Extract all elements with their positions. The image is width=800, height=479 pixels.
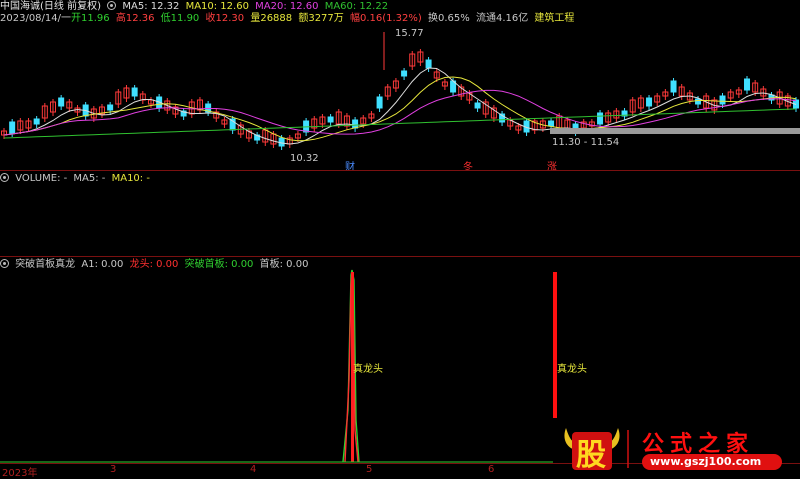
watermark-logo: 股 公式之家 www.gszj100.com bbox=[562, 424, 788, 474]
logo-badge: 股 bbox=[576, 438, 606, 473]
time-axis-label-5: 5 bbox=[366, 464, 373, 475]
logo-url: www.gszj100.com bbox=[650, 455, 762, 468]
time-axis-label-6: 6 bbox=[488, 464, 495, 475]
time-axis-label-4: 4 bbox=[250, 464, 257, 475]
signal-label-1: 真龙头 bbox=[353, 364, 383, 375]
indicator-signal-bar-2 bbox=[553, 272, 557, 418]
indicator-chart[interactable] bbox=[0, 0, 800, 477]
signal-label-2: 真龙头 bbox=[557, 364, 587, 375]
logo-title: 公式之家 bbox=[642, 432, 755, 457]
time-axis-label-3: 3 bbox=[110, 464, 117, 475]
